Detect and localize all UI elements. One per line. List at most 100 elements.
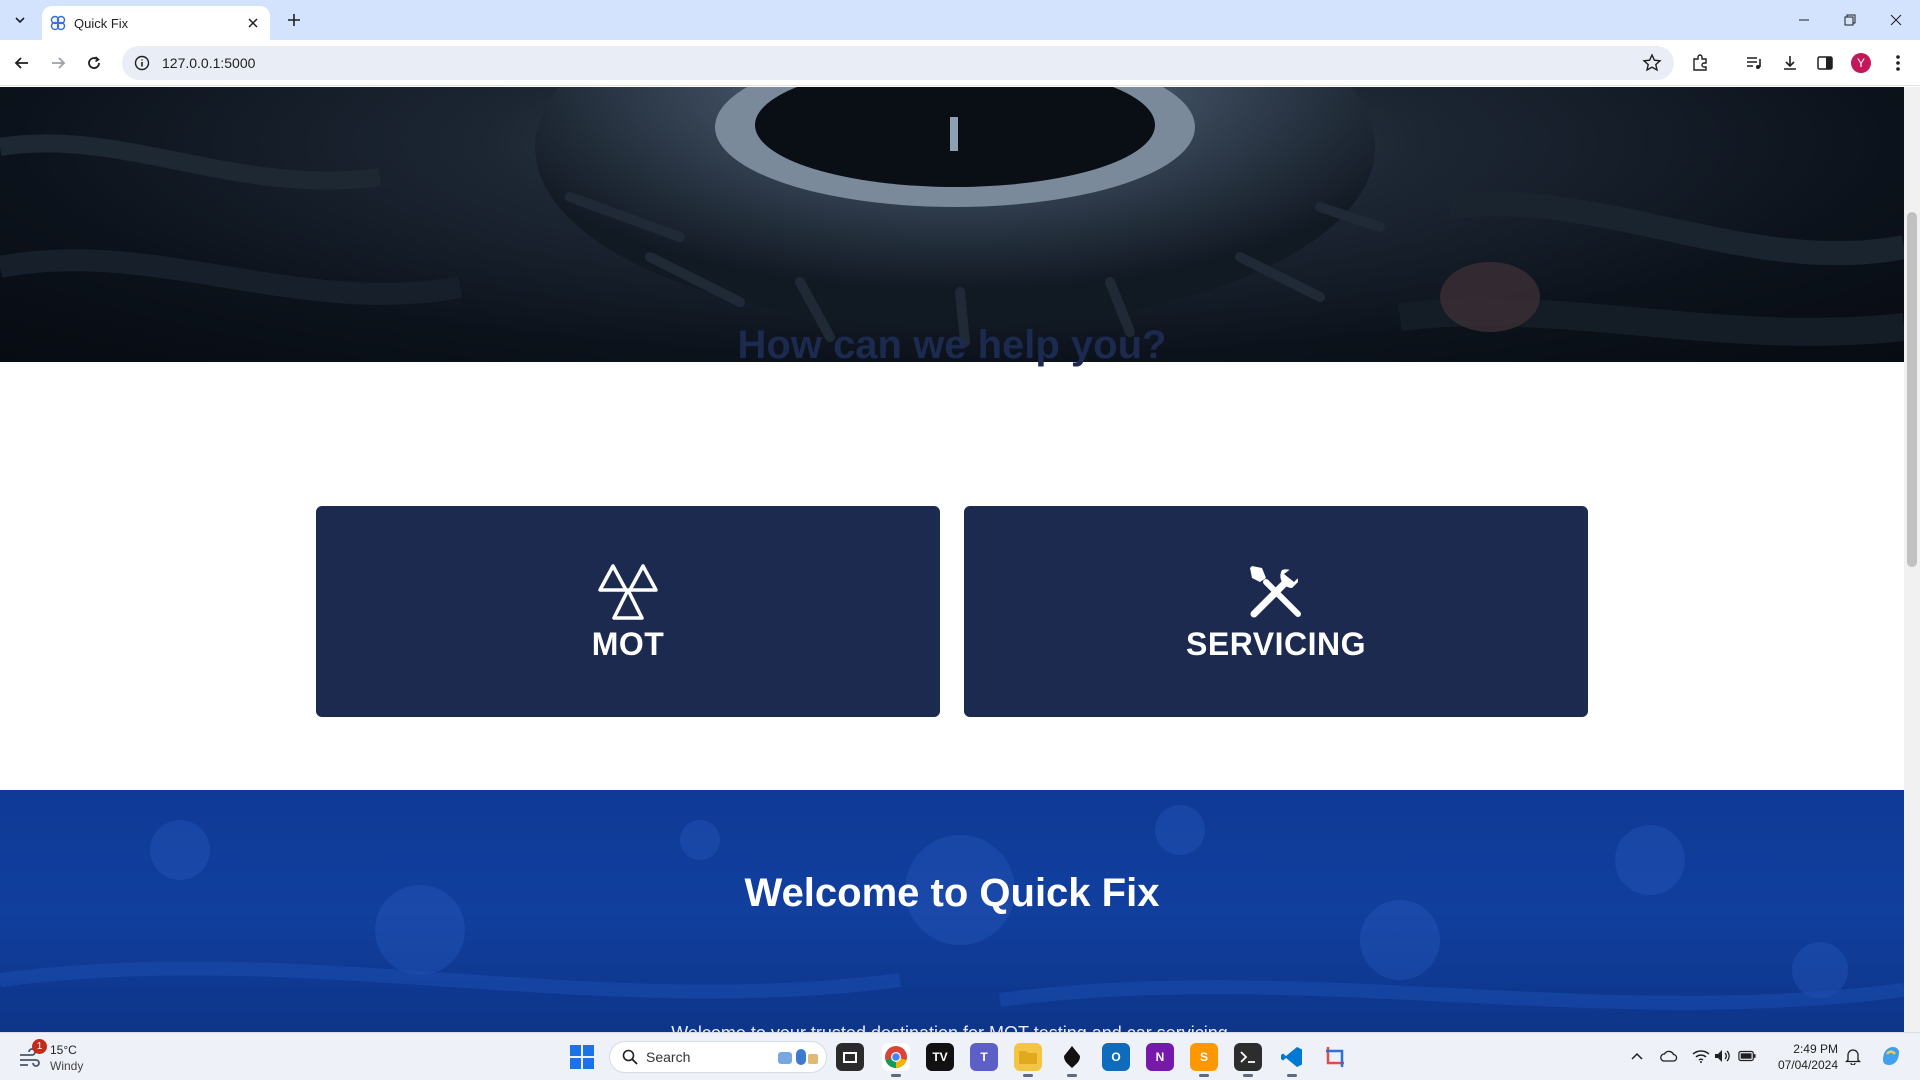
page-scrollbar[interactable] <box>1904 87 1920 1032</box>
taskbar-app-outlook[interactable]: O <box>1102 1043 1130 1071</box>
chevron-down-icon <box>15 17 25 24</box>
mot-card-label: MOT <box>591 626 665 662</box>
wrench-screwdriver-icon <box>1250 566 1301 618</box>
chrome-icon <box>885 1046 907 1068</box>
taskbar-app-snipping-tool[interactable] <box>1322 1043 1350 1071</box>
plus-icon <box>288 14 300 26</box>
kebab-menu-icon <box>1896 55 1900 71</box>
bell-icon <box>1845 1049 1861 1065</box>
tab-search-button[interactable] <box>8 8 32 32</box>
forward-button[interactable] <box>44 49 72 77</box>
servicing-service-card[interactable]: SERVICING <box>964 506 1588 717</box>
side-panel-icon <box>1817 56 1833 70</box>
chevron-up-icon <box>1631 1052 1643 1060</box>
puzzle-icon <box>1693 54 1707 71</box>
copilot-icon <box>1883 1047 1899 1065</box>
taskbar-app-sublime[interactable]: S <box>1190 1043 1218 1077</box>
inkscape-icon <box>1064 1046 1080 1068</box>
tray-onedrive[interactable] <box>1660 1047 1678 1065</box>
servicing-card-label: SERVICING <box>1186 626 1366 662</box>
cloud-icon <box>1660 1050 1678 1062</box>
bookmark-star-icon[interactable] <box>1642 53 1662 73</box>
media-controls-button[interactable] <box>1742 51 1766 75</box>
tray-copilot[interactable] <box>1878 1043 1904 1069</box>
downloads-button[interactable] <box>1778 51 1802 75</box>
minimize-button[interactable] <box>1782 4 1826 36</box>
tray-battery[interactable] <box>1738 1047 1756 1065</box>
browser-menu-button[interactable] <box>1886 51 1910 75</box>
url-text[interactable]: 127.0.0.1:5000 <box>162 55 1642 71</box>
tab-title: Quick Fix <box>74 15 129 31</box>
onenote-icon: N <box>1155 1050 1165 1064</box>
outlook-icon: O <box>1111 1050 1121 1064</box>
sublime-icon: S <box>1199 1050 1208 1064</box>
clock-date: 07/04/2024 <box>1777 1058 1838 1072</box>
back-button[interactable] <box>8 49 36 77</box>
site-info-icon[interactable] <box>134 55 150 71</box>
minimize-icon <box>1799 19 1809 21</box>
tray-volume[interactable] <box>1714 1047 1732 1065</box>
taskbar-clock[interactable]: 2:49 PM 07/04/2024 <box>1772 1041 1838 1073</box>
browser-toolbar: 127.0.0.1:5000 Y <box>0 40 1920 86</box>
weather-temperature: 15°C <box>50 1043 77 1057</box>
taskbar-app-tv[interactable]: TV <box>926 1043 954 1071</box>
help-section-title: How can we help you? <box>737 323 1167 367</box>
search-placeholder: Search <box>646 1049 691 1065</box>
close-window-button[interactable] <box>1874 4 1918 36</box>
tv-app-icon: TV <box>932 1050 948 1064</box>
weather-widget[interactable]: 1 15°C Windy <box>14 1039 124 1075</box>
taskbar-app-file-explorer[interactable] <box>1014 1043 1042 1077</box>
restore-button[interactable] <box>1828 4 1872 36</box>
mot-triangles-icon <box>598 564 658 620</box>
search-icon <box>622 1049 638 1065</box>
extensions-button[interactable] <box>1688 51 1712 75</box>
taskbar-app-teams[interactable]: T <box>970 1043 998 1071</box>
vscode-icon <box>1281 1047 1302 1067</box>
taskbar-search-box[interactable]: Search <box>609 1041 827 1073</box>
arrow-right-icon <box>52 57 66 69</box>
download-icon <box>1784 56 1796 70</box>
browser-tabstrip: Quick Fix <box>0 0 1920 40</box>
taskbar-app-inkscape[interactable] <box>1058 1043 1086 1077</box>
taskbar-app-terminal[interactable] <box>1234 1043 1262 1077</box>
speaker-icon <box>1715 1050 1730 1062</box>
engine-air-filter-illustration <box>0 87 1904 347</box>
mot-service-card[interactable]: MOT <box>316 506 940 717</box>
arrow-left-icon <box>14 57 28 69</box>
start-button[interactable] <box>568 1043 596 1071</box>
close-icon <box>1890 14 1902 26</box>
quick-fix-favicon-icon <box>50 15 66 31</box>
reload-button[interactable] <box>80 49 108 77</box>
tray-overflow-button[interactable] <box>1628 1047 1646 1065</box>
taskbar-task-view[interactable] <box>836 1043 864 1071</box>
tab-close-button[interactable] <box>244 14 262 32</box>
music-queue-icon <box>1747 57 1761 69</box>
restore-icon <box>1844 14 1856 26</box>
hero-engine-image <box>0 87 1904 362</box>
terminal-icon <box>1240 1051 1255 1063</box>
address-bar[interactable]: 127.0.0.1:5000 <box>122 46 1674 80</box>
tray-notifications[interactable] <box>1844 1047 1862 1065</box>
profile-avatar[interactable]: Y <box>1851 53 1871 73</box>
weather-alert-badge: 1 <box>32 1039 47 1054</box>
taskbar-app-onenote[interactable]: N <box>1146 1043 1174 1071</box>
reload-icon <box>88 56 100 69</box>
taskbar-app-vscode[interactable] <box>1278 1043 1306 1077</box>
teams-icon: T <box>980 1050 988 1064</box>
new-tab-button[interactable] <box>282 8 306 32</box>
wifi-icon <box>1692 1050 1710 1063</box>
tray-wifi[interactable] <box>1692 1047 1710 1065</box>
welcome-paragraph: Welcome to your trusted destination for … <box>0 1023 1904 1032</box>
battery-charging-icon <box>1738 1050 1756 1062</box>
clock-time: 2:49 PM <box>1793 1042 1838 1056</box>
page-viewport: How can we help you? MOT SERVICING Welco… <box>0 87 1904 1032</box>
task-view-icon <box>843 1052 857 1063</box>
windows-taskbar: 1 15°C Windy Search TV T O N S 2:49 PM 0… <box>0 1032 1920 1080</box>
browser-tab-quick-fix[interactable]: Quick Fix <box>42 6 270 40</box>
side-panel-button[interactable] <box>1813 51 1837 75</box>
scrollbar-thumb[interactable] <box>1907 212 1917 567</box>
search-highlight-icon <box>778 1049 818 1065</box>
snipping-tool-icon <box>1326 1047 1344 1067</box>
taskbar-app-chrome[interactable] <box>882 1043 910 1077</box>
windows-logo-icon <box>570 1045 594 1069</box>
